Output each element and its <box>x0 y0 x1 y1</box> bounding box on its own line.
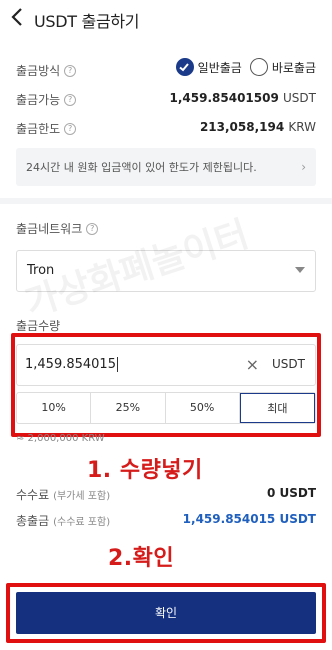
max-button[interactable]: 최대 <box>239 393 315 423</box>
radio-normal-label: 일반출금 <box>197 60 242 75</box>
limit-row: 출금한도 ? 213,058,194 KRW <box>16 118 316 138</box>
total-row: 총출금 (수수료 포함) 1,459.854015 USDT <box>16 510 316 530</box>
percent-25-button[interactable]: 25% <box>91 393 166 423</box>
limit-amount: 213,058,194 <box>199 120 285 134</box>
quantity-input[interactable]: 1,459.854015 × USDT <box>16 344 316 386</box>
help-icon[interactable]: ? <box>64 122 77 135</box>
network-label: 출금네트워크 <box>16 222 83 236</box>
limit-label-wrap: 출금한도 ? <box>16 120 77 137</box>
limit-label: 출금한도 <box>16 122 61 136</box>
network-value: Tron <box>27 263 55 278</box>
total-label-wrap: 총출금 (수수료 포함) <box>16 512 110 529</box>
radio-normal-withdraw[interactable]: 일반출금 <box>175 58 242 76</box>
annotation-step2: 2.확인 <box>108 546 175 571</box>
confirm-button[interactable]: 확인 <box>16 592 316 634</box>
total-label: 총출금 <box>16 514 50 528</box>
percent-10-button[interactable]: 10% <box>17 393 92 423</box>
limit-value: 213,058,194 KRW <box>200 120 316 134</box>
fee-sub: (부가세 포함) <box>53 491 111 502</box>
page-title: USDT 출금하기 <box>34 12 140 31</box>
header: USDT 출금하기 <box>0 0 332 36</box>
withdraw-method-label: 출금방식 <box>16 64 61 78</box>
quantity-label: 출금수량 <box>16 319 61 333</box>
back-arrow-icon[interactable] <box>8 6 28 28</box>
fee-row: 수수료 (부가세 포함) 0 USDT <box>16 484 316 504</box>
annotation-step1: 1. 수량넣기 <box>87 458 203 483</box>
help-icon[interactable]: ? <box>86 222 99 235</box>
caret-down-icon <box>295 267 305 273</box>
help-icon[interactable]: ? <box>64 93 77 106</box>
radio-instant-label: 바로출금 <box>271 60 316 75</box>
method-radio-group: 일반출금 바로출금 <box>175 58 316 76</box>
percent-50-button[interactable]: 50% <box>166 393 240 423</box>
available-row: 출금가능 ? 1,459.85401509 USDT <box>16 89 316 109</box>
network-select[interactable]: Tron <box>16 250 316 292</box>
network-label-wrap: 출금네트워크 ? <box>16 220 99 237</box>
help-icon[interactable]: ? <box>64 64 77 77</box>
chevron-right-icon: › <box>301 160 306 174</box>
limit-unit: KRW <box>288 120 316 134</box>
fee-value: 0 USDT <box>266 486 316 500</box>
krw-estimate: ≈ 2,000,000 KRW <box>16 433 105 444</box>
available-value: 1,459.85401509 USDT <box>170 91 316 105</box>
available-label: 출금가능 <box>16 93 61 107</box>
quantity-value: 1,459.854015 <box>25 357 116 372</box>
limit-notice[interactable]: 24시간 내 원화 입금액이 있어 한도가 제한됩니다. › <box>16 148 316 186</box>
available-amount: 1,459.85401509 <box>169 91 279 105</box>
clear-icon[interactable]: × <box>246 355 259 374</box>
radio-instant-withdraw[interactable]: 바로출금 <box>249 58 316 76</box>
section-divider <box>0 198 332 204</box>
available-unit: USDT <box>283 91 316 105</box>
fee-label: 수수료 <box>16 488 50 502</box>
fee-label-wrap: 수수료 (부가세 포함) <box>16 486 110 503</box>
total-sub: (수수료 포함) <box>53 517 111 528</box>
withdraw-method-row: 출금방식 ? 일반출금 바로출금 <box>16 58 316 80</box>
notice-text: 24시간 내 원화 입금액이 있어 한도가 제한됩니다. <box>26 161 257 174</box>
available-label-wrap: 출금가능 ? <box>16 91 77 108</box>
checkmark-circle-icon <box>175 58 194 76</box>
percent-button-group: 10% 25% 50% 최대 <box>16 392 316 424</box>
total-value: 1,459.854015 USDT <box>182 512 316 526</box>
withdraw-method-label-wrap: 출금방식 ? <box>16 62 77 79</box>
empty-circle-icon <box>249 58 268 76</box>
quantity-unit: USDT <box>272 357 305 371</box>
